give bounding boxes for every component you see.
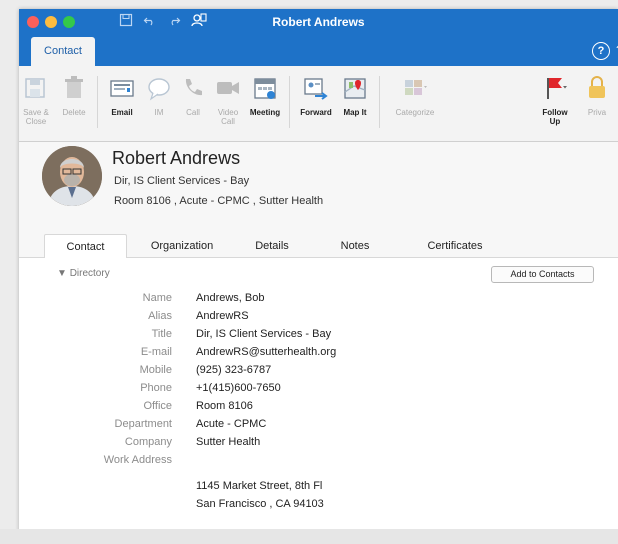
field-value: Dir, IS Client Services - Bay [196, 328, 332, 340]
tab-certificates[interactable]: Certificates [415, 234, 495, 258]
title-bar: Robert Andrews Contact ? ⌃ [19, 9, 618, 66]
private-button[interactable]: Priva [577, 66, 617, 141]
delete-button[interactable]: Delete [59, 66, 89, 141]
field-label: Work Address [103, 454, 172, 466]
disclosure-triangle-icon: ▼ [57, 268, 67, 279]
save-close-button[interactable]: Save & Close [21, 66, 51, 141]
map-it-button[interactable]: Map It [337, 66, 373, 141]
field-value: AndrewRS [196, 310, 249, 322]
forward-contact-icon [304, 78, 328, 100]
contact-details-panel: ▼ Directory Add to Contacts Name Andrews… [19, 258, 618, 538]
video-camera-icon [217, 82, 239, 94]
im-button[interactable]: IM [144, 66, 174, 141]
field-label: Department [114, 418, 172, 430]
background-edge [0, 529, 618, 544]
tab-contact[interactable]: Contact [44, 234, 127, 259]
field-label: Title [151, 328, 172, 340]
field-label: E-mail [140, 346, 172, 358]
add-to-contacts-button[interactable]: Add to Contacts [491, 266, 594, 283]
contact-location: Room 8106 , Acute - CPMC , Sutter Health [114, 195, 324, 207]
field-value: +1(415)600-7650 [196, 382, 281, 394]
contact-window: Robert Andrews Contact ? ⌃ Save & Close … [19, 9, 618, 544]
avatar [42, 146, 102, 206]
field-label: Alias [148, 310, 172, 322]
forward-button[interactable]: Forward [295, 66, 337, 141]
calendar-icon [254, 78, 276, 99]
field-row-alias: Alias AndrewRS [19, 310, 618, 328]
field-row-office: Office Room 8106 [19, 400, 618, 418]
field-value: (925) 323-6787 [196, 364, 272, 376]
chat-bubble-icon [148, 78, 170, 101]
field-value: Sutter Health [196, 436, 261, 448]
field-label: Office [143, 400, 172, 412]
contact-header: Robert Andrews Dir, IS Client Services -… [19, 142, 618, 234]
field-row-work-address: Work Address [19, 454, 618, 472]
video-call-button[interactable]: Video Call [212, 66, 244, 141]
field-value: Andrews, Bob [196, 292, 265, 304]
field-label: Company [124, 436, 172, 448]
field-row-phone: Phone +1(415)600-7650 [19, 382, 618, 400]
contact-tabs: Contact Organization Details Notes Certi… [19, 234, 618, 259]
save-icon [25, 78, 45, 98]
field-row-department: Department Acute - CPMC [19, 418, 618, 436]
field-label: Phone [140, 382, 172, 394]
field-label: Mobile [139, 364, 172, 376]
address-line-2: San Francisco , CA 94103 [196, 498, 324, 510]
field-label: Name [142, 292, 172, 304]
ribbon-separator [97, 76, 98, 128]
follow-up-button[interactable]: Follow Up [541, 66, 569, 141]
field-row-name: Name Andrews, Bob [19, 292, 618, 310]
field-value: Acute - CPMC [196, 418, 267, 430]
field-row-title: Title Dir, IS Client Services - Bay [19, 328, 618, 346]
tab-notes[interactable]: Notes [335, 234, 375, 258]
tab-details[interactable]: Details [241, 234, 303, 258]
email-button[interactable]: Email [105, 66, 139, 141]
map-icon [344, 78, 366, 99]
field-row-company: Company Sutter Health [19, 436, 618, 454]
flag-icon [547, 78, 567, 99]
help-icon[interactable]: ? [592, 42, 610, 60]
field-row-email: E-mail AndrewRS@sutterhealth.org [19, 346, 618, 364]
lock-icon [589, 76, 605, 98]
meeting-button[interactable]: Meeting [247, 66, 283, 141]
field-value: Room 8106 [196, 400, 253, 412]
tab-organization[interactable]: Organization [139, 234, 225, 258]
categorize-icon [405, 80, 427, 95]
categorize-button[interactable]: Categorize [387, 66, 443, 141]
collapse-ribbon-icon[interactable]: ⌃ [614, 43, 618, 57]
contact-display-name: Robert Andrews [112, 148, 241, 168]
envelope-icon [110, 80, 134, 97]
window-title: Robert Andrews [272, 15, 365, 29]
field-row-mobile: Mobile (925) 323-6787 [19, 364, 618, 382]
ribbon-separator [289, 76, 290, 128]
ribbon-tab-contact[interactable]: Contact [31, 37, 95, 66]
address-line-1: 1145 Market Street, 8th Fl [196, 480, 323, 492]
trash-icon [65, 76, 83, 98]
directory-section-label: Directory [69, 268, 110, 279]
directory-section-toggle[interactable]: ▼ Directory [57, 268, 110, 279]
ribbon-separator [379, 76, 380, 128]
call-button[interactable]: Call [178, 66, 208, 141]
contact-job-title: Dir, IS Client Services - Bay [114, 175, 250, 187]
ribbon-toolbar: Save & Close Delete Email IM Call Video … [19, 66, 618, 142]
email-link[interactable]: AndrewRS@sutterhealth.org [196, 346, 336, 358]
phone-icon [185, 79, 202, 96]
